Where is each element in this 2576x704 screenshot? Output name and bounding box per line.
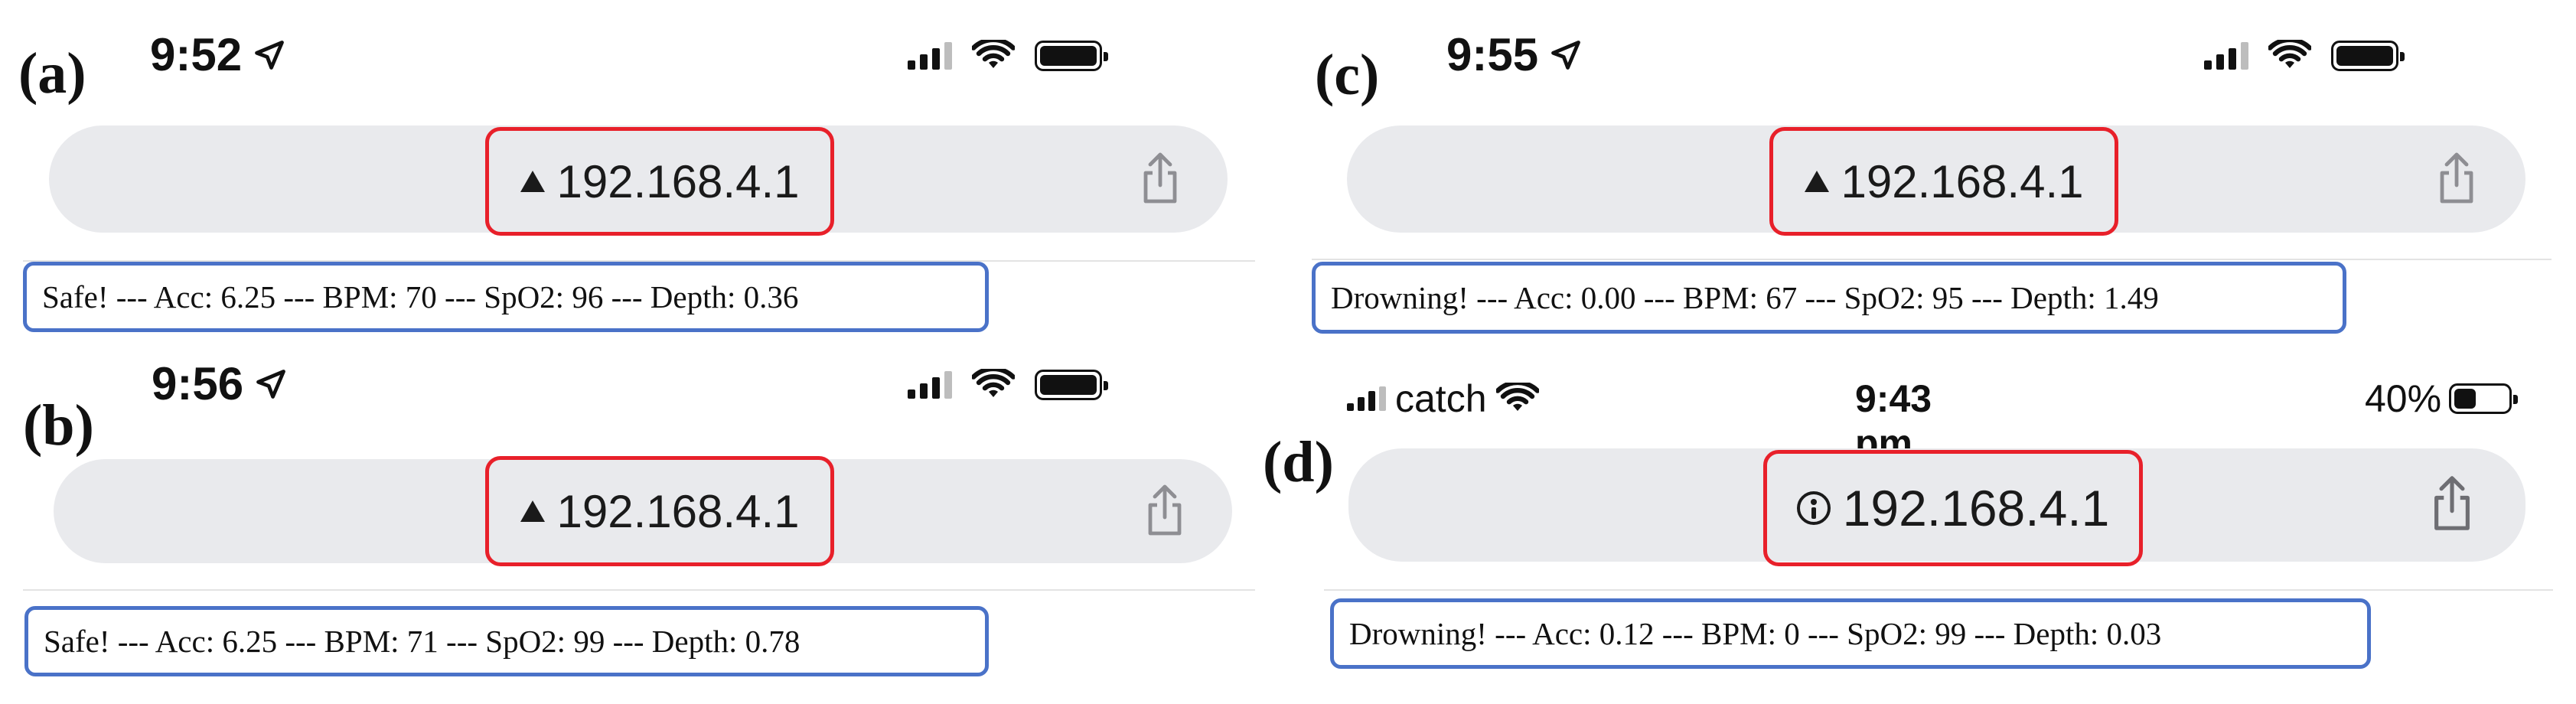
status-message: Drowning! --- Acc: 0.12 --- BPM: 0 --- S… <box>1349 616 2162 651</box>
wifi-icon <box>1495 383 1539 411</box>
wifi-icon <box>2268 40 2311 68</box>
status-icons <box>908 369 1108 401</box>
status-time: 9:55 <box>1446 32 1583 78</box>
status-message: Safe! --- Acc: 6.25 --- BPM: 70 --- SpO2… <box>42 279 799 315</box>
status-icons <box>908 40 1108 72</box>
address-text: 192.168.4.1 <box>1842 480 2110 536</box>
signal-icon <box>908 42 952 70</box>
status-message: Drowning! --- Acc: 0.00 --- BPM: 67 --- … <box>1331 280 2159 315</box>
panel-label: (a) <box>18 41 86 106</box>
battery-icon <box>2331 41 2405 71</box>
panel-label: (b) <box>23 393 94 458</box>
panel-label: (c) <box>1315 43 1380 107</box>
address-highlight[interactable]: 192.168.4.1 <box>485 127 834 236</box>
battery-status: 40% <box>2365 376 2519 421</box>
signal-icon <box>2204 42 2248 70</box>
divider <box>1312 259 2552 260</box>
carrier-status: catch <box>1347 376 1539 421</box>
status-message-box: Drowning! --- Acc: 0.00 --- BPM: 67 --- … <box>1312 262 2346 334</box>
location-arrow-icon <box>256 370 285 399</box>
battery-icon <box>1035 370 1108 400</box>
signal-icon <box>1347 386 1386 411</box>
battery-icon <box>1035 41 1108 71</box>
battery-icon <box>2449 383 2519 414</box>
share-icon[interactable] <box>1139 152 1182 205</box>
time-text: 9:55 <box>1446 29 1539 80</box>
address-highlight[interactable]: 192.168.4.1 <box>1763 450 2143 566</box>
address-text: 192.168.4.1 <box>556 155 800 207</box>
time-text: 9:52 <box>150 29 243 80</box>
warning-icon <box>1804 171 1829 192</box>
info-icon <box>1796 491 1831 525</box>
location-arrow-icon <box>255 41 284 70</box>
carrier-name: catch <box>1395 377 1487 420</box>
status-message: Safe! --- Acc: 6.25 --- BPM: 71 --- SpO2… <box>44 624 801 659</box>
wifi-icon <box>972 40 1015 68</box>
status-message-box: Safe! --- Acc: 6.25 --- BPM: 71 --- SpO2… <box>24 606 989 676</box>
signal-icon <box>908 371 952 399</box>
address-highlight[interactable]: 192.168.4.1 <box>1769 127 2118 236</box>
address-highlight[interactable]: 192.168.4.1 <box>485 456 834 566</box>
status-time: 9:56 <box>152 361 288 407</box>
status-message-box: Safe! --- Acc: 6.25 --- BPM: 70 --- SpO2… <box>23 262 989 332</box>
divider <box>1324 589 2553 591</box>
warning-icon <box>520 500 545 522</box>
share-icon[interactable] <box>1143 484 1186 537</box>
panel-label: (d) <box>1263 430 1334 494</box>
address-text: 192.168.4.1 <box>1841 155 2084 207</box>
divider <box>23 589 1255 591</box>
address-text: 192.168.4.1 <box>556 485 800 537</box>
share-icon[interactable] <box>2435 152 2478 205</box>
share-icon[interactable] <box>2429 474 2475 533</box>
status-message-box: Drowning! --- Acc: 0.12 --- BPM: 0 --- S… <box>1330 598 2371 669</box>
battery-percent: 40% <box>2365 377 2442 420</box>
wifi-icon <box>972 369 1015 397</box>
status-time: 9:52 <box>150 32 286 78</box>
location-arrow-icon <box>1551 41 1580 70</box>
warning-icon <box>520 171 545 192</box>
time-text: 9:56 <box>152 358 244 409</box>
status-icons <box>2204 40 2405 72</box>
